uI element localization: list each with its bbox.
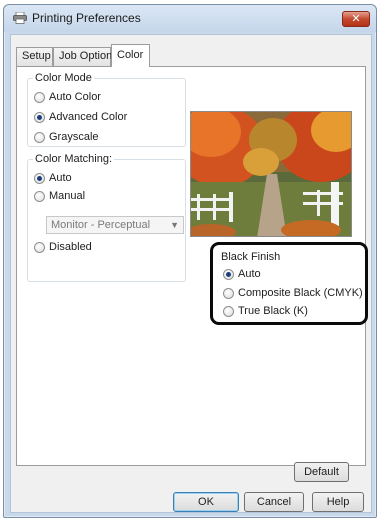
- true-black-label: True Black (K): [238, 305, 308, 317]
- radio-composite-black[interactable]: Composite Black (CMYK): [223, 286, 363, 300]
- close-icon: ✕: [351, 13, 361, 25]
- chevron-down-icon: ▼: [170, 220, 179, 230]
- grayscale-label: Grayscale: [49, 131, 99, 143]
- radio-black-auto-button[interactable]: [223, 268, 234, 280]
- radio-black-auto[interactable]: Auto: [223, 267, 261, 281]
- color-mode-label: Color Mode: [33, 72, 94, 84]
- radio-matching-auto[interactable]: Auto: [34, 171, 72, 185]
- color-profile-dropdown[interactable]: Monitor - Perceptual ▼: [46, 216, 184, 234]
- color-matching-group: Color Matching: Auto Manual Monitor - Pe…: [27, 153, 186, 282]
- radio-auto-color-button[interactable]: [34, 91, 45, 103]
- composite-black-label: Composite Black (CMYK): [238, 287, 363, 299]
- cancel-button[interactable]: Cancel: [244, 492, 304, 512]
- radio-true-black[interactable]: True Black (K): [223, 304, 308, 318]
- title-bar[interactable]: Printing Preferences ✕: [4, 5, 376, 32]
- radio-advanced-color-button[interactable]: [34, 111, 45, 123]
- black-auto-label: Auto: [238, 268, 261, 280]
- help-button[interactable]: Help: [312, 492, 364, 512]
- radio-advanced-color[interactable]: Advanced Color: [34, 110, 127, 124]
- radio-matching-manual[interactable]: Manual: [34, 189, 85, 203]
- black-finish-label: Black Finish: [221, 251, 281, 263]
- radio-grayscale-button[interactable]: [34, 131, 45, 143]
- radio-matching-disabled-button[interactable]: [34, 241, 45, 253]
- matching-manual-label: Manual: [49, 190, 86, 202]
- tab-job-options[interactable]: Job Options: [53, 47, 118, 66]
- black-finish-group: Black Finish Auto Composite Black (CMYK)…: [210, 242, 368, 325]
- color-matching-label: Color Matching:: [33, 153, 115, 165]
- dialog-client-area: Setup Job Options Color Color Mode Auto …: [10, 34, 372, 513]
- printing-preferences-window: Printing Preferences ✕ Setup Job Options…: [3, 4, 377, 518]
- color-mode-group: Color Mode Auto Color Advanced Color Gra…: [27, 72, 186, 147]
- radio-matching-disabled[interactable]: Disabled: [34, 240, 92, 254]
- matching-disabled-label: Disabled: [49, 241, 92, 253]
- close-button[interactable]: ✕: [342, 11, 370, 27]
- radio-composite-black-button[interactable]: [223, 287, 234, 299]
- radio-auto-color[interactable]: Auto Color: [34, 90, 101, 104]
- radio-grayscale[interactable]: Grayscale: [34, 130, 99, 144]
- tab-setup[interactable]: Setup: [16, 47, 53, 66]
- auto-color-label: Auto Color: [49, 91, 101, 103]
- tab-color[interactable]: Color: [111, 44, 150, 67]
- advanced-color-label: Advanced Color: [49, 111, 128, 123]
- default-button[interactable]: Default: [294, 462, 349, 482]
- color-tab-panel: Color Mode Auto Color Advanced Color Gra…: [16, 66, 368, 466]
- matching-auto-label: Auto: [49, 172, 72, 184]
- color-profile-value: Monitor - Perceptual: [51, 219, 151, 231]
- radio-true-black-button[interactable]: [223, 305, 234, 317]
- ok-button[interactable]: OK: [173, 492, 239, 512]
- window-title: Printing Preferences: [32, 11, 141, 25]
- color-preview-image: [190, 111, 352, 237]
- radio-matching-manual-button[interactable]: [34, 190, 45, 202]
- printer-icon: [13, 11, 27, 24]
- radio-matching-auto-button[interactable]: [34, 172, 45, 184]
